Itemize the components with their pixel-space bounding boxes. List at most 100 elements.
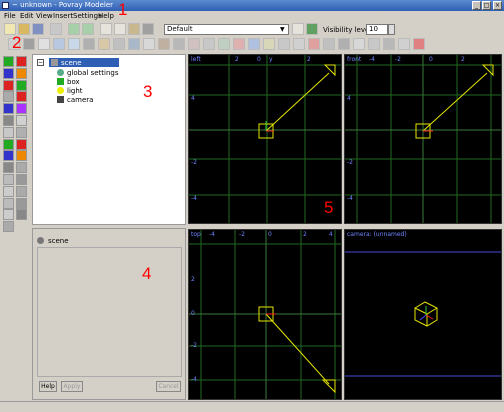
maximize-icon[interactable]: □ [482, 1, 491, 10]
insert-object-icon[interactable] [16, 126, 27, 138]
chevron-down-icon[interactable]: ▼ [280, 26, 285, 33]
insert-object-icon[interactable] [3, 79, 14, 91]
object-tool-icon[interactable] [143, 38, 155, 50]
insert-object-icon[interactable] [3, 162, 14, 174]
object-tool-icon[interactable] [98, 38, 110, 50]
insert-object-icon[interactable] [16, 138, 27, 150]
object-tool-icon[interactable] [248, 38, 260, 50]
menu-file[interactable]: File [4, 11, 16, 22]
insert-object-icon[interactable] [16, 91, 27, 103]
insert-object-icon[interactable] [16, 162, 27, 174]
menu-help[interactable]: Help [98, 11, 114, 22]
tree-item-light[interactable]: light [67, 87, 83, 95]
object-tool-icon[interactable] [293, 38, 305, 50]
object-tool-icon[interactable] [188, 38, 200, 50]
insert-object-icon[interactable] [3, 150, 14, 162]
cancel-button[interactable]: Cancel [156, 381, 181, 392]
redo-icon[interactable] [82, 23, 94, 35]
cut-icon[interactable] [100, 23, 112, 35]
object-tool-icon[interactable] [233, 38, 245, 50]
camera-object[interactable] [321, 379, 336, 394]
insert-object-icon[interactable] [3, 56, 14, 67]
layout-select[interactable]: Default [164, 24, 289, 35]
insert-object-icon[interactable] [16, 115, 27, 126]
insert-object-icon[interactable] [16, 150, 27, 162]
close-icon[interactable]: × [493, 1, 502, 10]
menu-insert[interactable]: Insert [53, 11, 73, 22]
properties-title: scene [48, 237, 69, 245]
object-tool-icon[interactable] [128, 38, 140, 50]
app-icon[interactable] [2, 2, 9, 9]
insert-object-icon[interactable] [3, 91, 14, 103]
object-tool-icon[interactable] [158, 38, 170, 50]
insert-object-icon[interactable] [3, 221, 14, 233]
minimize-icon[interactable]: _ [472, 1, 481, 10]
insert-object-icon[interactable] [3, 174, 14, 185]
collapse-icon[interactable]: − [37, 59, 44, 66]
render-icon[interactable] [306, 23, 318, 35]
insert-object-icon[interactable] [16, 185, 27, 197]
insert-object-icon[interactable] [16, 79, 27, 91]
insert-object-icon[interactable] [16, 174, 27, 185]
undo-icon[interactable] [68, 23, 80, 35]
tick-label: -2 [239, 231, 245, 238]
copy-icon[interactable] [114, 23, 126, 35]
insert-object-icon[interactable] [3, 197, 14, 209]
save-icon[interactable] [32, 23, 44, 35]
tree-item-camera[interactable]: camera [67, 96, 93, 104]
object-tool-icon[interactable] [383, 38, 395, 50]
camera-object[interactable] [323, 64, 336, 77]
insert-object-icon[interactable] [3, 185, 14, 197]
object-tool-icon[interactable] [413, 38, 425, 50]
save-layout-icon[interactable] [292, 23, 304, 35]
insert-object-icon[interactable] [3, 67, 14, 79]
tick-label: 4 [191, 95, 195, 102]
viewport-front[interactable]: front -4 -2 0 2 4 -2 -4 [344, 54, 502, 224]
insert-object-icon[interactable] [3, 115, 14, 126]
insert-object-icon[interactable] [16, 197, 27, 209]
insert-object-icon[interactable] [16, 56, 27, 67]
insert-object-icon[interactable] [3, 126, 14, 138]
stepper-icon[interactable] [388, 24, 395, 35]
bulb-icon [57, 87, 64, 94]
object-tool-icon[interactable] [53, 38, 65, 50]
object-tool-icon[interactable] [113, 38, 125, 50]
object-tool-icon[interactable] [23, 38, 35, 50]
help-button[interactable]: Help [39, 381, 57, 392]
tick-label: 0 [429, 56, 433, 63]
visibility-input[interactable]: 10 [366, 24, 388, 35]
object-tool-icon[interactable] [398, 38, 410, 50]
viewport-left[interactable]: left y 2 0 2 4 -2 -4 [188, 54, 342, 224]
delete-icon[interactable] [142, 23, 154, 35]
print-icon[interactable] [50, 23, 62, 35]
insert-object-icon[interactable] [3, 103, 14, 115]
object-tool-icon[interactable] [68, 38, 80, 50]
tree-item-box[interactable]: box [67, 78, 80, 86]
object-tool-icon[interactable] [203, 38, 215, 50]
tick-label: 0 [257, 56, 261, 63]
object-tool-icon[interactable] [263, 38, 275, 50]
tree-item-scene[interactable]: scene [61, 59, 82, 67]
viewport-top[interactable]: top -4 -2 0 2 4 2 0 -2 -4 [188, 229, 342, 400]
object-tool-icon[interactable] [218, 38, 230, 50]
object-tool-icon[interactable] [173, 38, 185, 50]
insert-object-icon[interactable] [16, 67, 27, 79]
object-tool-icon[interactable] [38, 38, 50, 50]
insert-object-icon[interactable] [3, 209, 14, 221]
apply-button[interactable]: Apply [61, 381, 83, 392]
insert-object-icon[interactable] [16, 209, 27, 221]
object-tool-icon[interactable] [278, 38, 290, 50]
object-tool-icon[interactable] [353, 38, 365, 50]
menu-view[interactable]: View [36, 11, 53, 22]
viewport-camera[interactable]: camera: (unnamed) [344, 229, 502, 400]
object-tool-icon[interactable] [338, 38, 350, 50]
insert-object-icon[interactable] [16, 103, 27, 115]
object-tool-icon[interactable] [368, 38, 380, 50]
menu-edit[interactable]: Edit [20, 11, 34, 22]
object-tool-icon[interactable] [83, 38, 95, 50]
object-tool-icon[interactable] [308, 38, 320, 50]
object-tool-icon[interactable] [323, 38, 335, 50]
tree-item-global-settings[interactable]: global settings [67, 69, 119, 77]
paste-icon[interactable] [128, 23, 140, 35]
insert-object-icon[interactable] [3, 138, 14, 150]
